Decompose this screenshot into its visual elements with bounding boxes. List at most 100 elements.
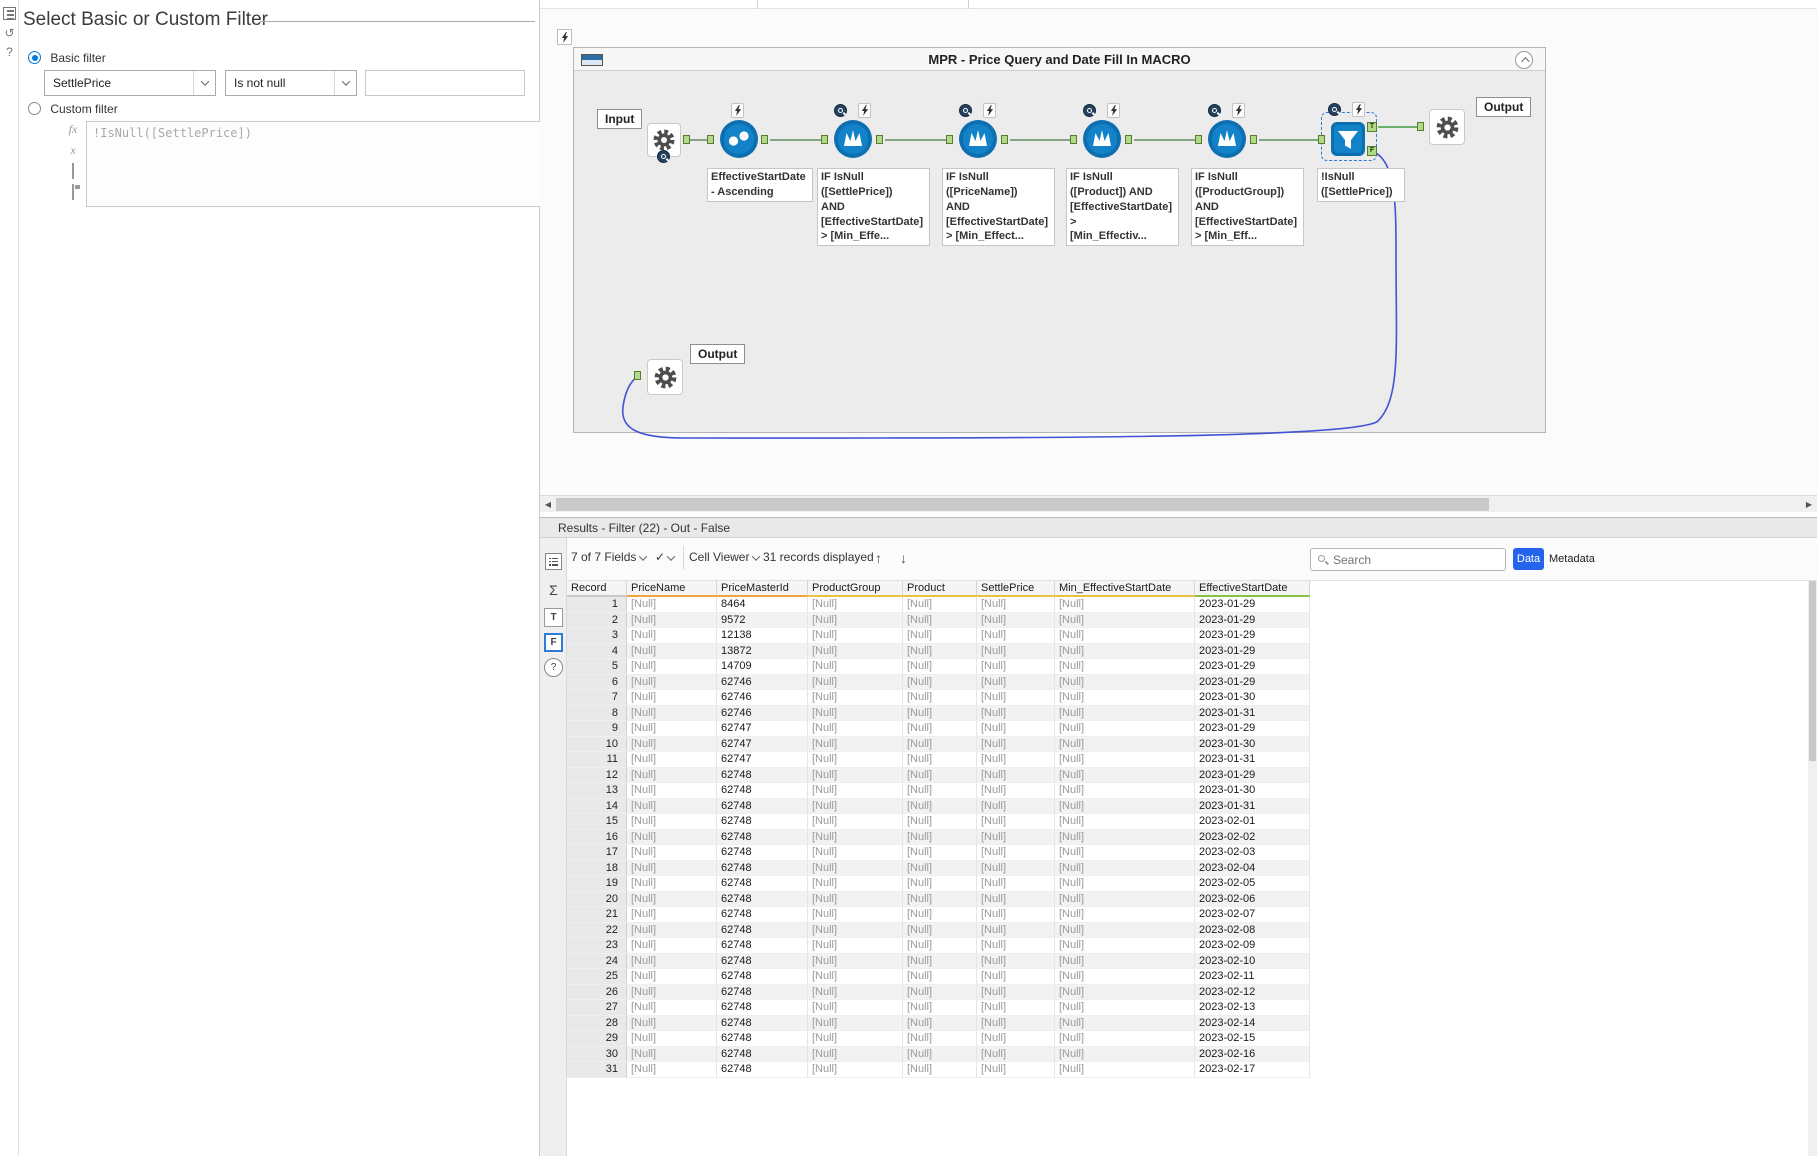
table-cell[interactable]: [Null]	[1055, 892, 1195, 908]
table-cell[interactable]: [Null]	[808, 659, 903, 675]
table-cell[interactable]: [Null]	[977, 613, 1055, 629]
fields-dropdown[interactable]: 7 of 7 Fields	[571, 550, 646, 564]
search-box[interactable]	[1310, 548, 1506, 571]
table-cell[interactable]: [Null]	[903, 613, 977, 629]
multi-row-formula-tool-3[interactable]	[1082, 119, 1122, 162]
table-cell[interactable]: [Null]	[808, 783, 903, 799]
table-cell[interactable]: [Null]	[627, 628, 717, 644]
table-cell[interactable]: [Null]	[1055, 675, 1195, 691]
column-header[interactable]: PriceMasterId	[717, 581, 808, 597]
table-cell[interactable]: [Null]	[808, 861, 903, 877]
table-cell[interactable]: [Null]	[808, 814, 903, 830]
table-cell[interactable]: [Null]	[1055, 597, 1195, 613]
table-cell[interactable]: [Null]	[627, 799, 717, 815]
table-cell[interactable]: [Null]	[1055, 628, 1195, 644]
table-cell[interactable]: [Null]	[977, 814, 1055, 830]
table-cell[interactable]: 3	[567, 628, 627, 644]
table-cell[interactable]: [Null]	[627, 737, 717, 753]
tool-annotation[interactable]: IF IsNull ([SettlePrice]) AND [Effective…	[817, 168, 930, 246]
table-cell[interactable]: 24	[567, 954, 627, 970]
lightning-badge-icon[interactable]	[1107, 103, 1120, 118]
table-cell[interactable]: 2023-01-29	[1195, 613, 1310, 629]
table-cell[interactable]: [Null]	[977, 659, 1055, 675]
table-cell[interactable]: [Null]	[903, 644, 977, 660]
table-cell[interactable]: 10	[567, 737, 627, 753]
magnifier-badge-icon[interactable]	[1083, 104, 1096, 117]
multi-row-formula-tool-4[interactable]	[1207, 119, 1247, 162]
table-cell[interactable]: 2023-02-09	[1195, 938, 1310, 954]
table-cell[interactable]: 2023-02-07	[1195, 907, 1310, 923]
table-cell[interactable]: [Null]	[903, 969, 977, 985]
table-cell[interactable]: 2023-01-29	[1195, 597, 1310, 613]
table-cell[interactable]: 2023-02-01	[1195, 814, 1310, 830]
table-cell[interactable]: [Null]	[977, 845, 1055, 861]
table-cell[interactable]: 62748	[717, 907, 808, 923]
function-icon[interactable]: fx	[64, 122, 82, 143]
table-cell[interactable]: [Null]	[627, 721, 717, 737]
table-cell[interactable]: 15	[567, 814, 627, 830]
table-cell[interactable]: 2023-02-13	[1195, 1000, 1310, 1016]
table-cell[interactable]: 62748	[717, 1016, 808, 1032]
table-cell[interactable]: 62747	[717, 752, 808, 768]
table-cell[interactable]: [Null]	[903, 737, 977, 753]
table-cell[interactable]: 7	[567, 690, 627, 706]
table-cell[interactable]: [Null]	[977, 1047, 1055, 1063]
table-cell[interactable]: [Null]	[903, 830, 977, 846]
table-cell[interactable]: [Null]	[627, 613, 717, 629]
table-cell[interactable]: 9572	[717, 613, 808, 629]
table-cell[interactable]: 62748	[717, 923, 808, 939]
table-cell[interactable]: [Null]	[627, 675, 717, 691]
table-cell[interactable]: [Null]	[1055, 721, 1195, 737]
table-cell[interactable]: 2023-02-15	[1195, 1031, 1310, 1047]
table-cell[interactable]: 2023-02-08	[1195, 923, 1310, 939]
table-cell[interactable]: 2023-02-03	[1195, 845, 1310, 861]
table-cell[interactable]: 2023-01-31	[1195, 706, 1310, 722]
table-cell[interactable]: 2023-01-29	[1195, 768, 1310, 784]
table-cell[interactable]: 18	[567, 861, 627, 877]
magnifier-badge-icon[interactable]	[959, 104, 972, 117]
table-cell[interactable]: [Null]	[977, 907, 1055, 923]
table-cell[interactable]: 14709	[717, 659, 808, 675]
table-cell[interactable]: [Null]	[977, 768, 1055, 784]
save-expression-icon[interactable]	[64, 185, 82, 206]
table-cell[interactable]: [Null]	[808, 985, 903, 1001]
table-cell[interactable]: 62748	[717, 830, 808, 846]
table-cell[interactable]: 17	[567, 845, 627, 861]
table-cell[interactable]: 29	[567, 1031, 627, 1047]
table-cell[interactable]: [Null]	[977, 923, 1055, 939]
table-cell[interactable]: [Null]	[903, 1047, 977, 1063]
column-header[interactable]: Min_EffectiveStartDate	[1055, 581, 1195, 597]
table-cell[interactable]: [Null]	[627, 659, 717, 675]
table-cell[interactable]: [Null]	[1055, 737, 1195, 753]
input-anchor[interactable]	[1070, 135, 1077, 144]
table-cell[interactable]: [Null]	[808, 613, 903, 629]
table-cell[interactable]: [Null]	[808, 675, 903, 691]
table-cell[interactable]: [Null]	[1055, 783, 1195, 799]
table-cell[interactable]: 2023-01-30	[1195, 783, 1310, 799]
table-cell[interactable]: [Null]	[808, 752, 903, 768]
table-cell[interactable]: [Null]	[808, 845, 903, 861]
table-cell[interactable]: 62748	[717, 1062, 808, 1078]
table-cell[interactable]: 2023-02-10	[1195, 954, 1310, 970]
table-cell[interactable]: [Null]	[903, 985, 977, 1001]
table-cell[interactable]: 2023-01-29	[1195, 644, 1310, 660]
table-cell[interactable]: 14	[567, 799, 627, 815]
table-cell[interactable]: 2023-01-30	[1195, 690, 1310, 706]
table-cell[interactable]: 20	[567, 892, 627, 908]
table-cell[interactable]: [Null]	[1055, 613, 1195, 629]
table-cell[interactable]: [Null]	[627, 954, 717, 970]
table-cell[interactable]: [Null]	[977, 876, 1055, 892]
table-cell[interactable]: [Null]	[1055, 768, 1195, 784]
table-cell[interactable]: 62748	[717, 985, 808, 1001]
table-cell[interactable]: [Null]	[977, 737, 1055, 753]
table-cell[interactable]: [Null]	[977, 969, 1055, 985]
table-cell[interactable]: 2023-01-29	[1195, 628, 1310, 644]
profile-sigma-icon[interactable]: Σ	[544, 580, 563, 599]
lightning-badge-icon[interactable]	[1232, 103, 1245, 118]
table-cell[interactable]: [Null]	[808, 597, 903, 613]
table-cell[interactable]: [Null]	[808, 954, 903, 970]
table-cell[interactable]: [Null]	[903, 659, 977, 675]
table-cell[interactable]: [Null]	[1055, 1047, 1195, 1063]
table-cell[interactable]: 13872	[717, 644, 808, 660]
table-cell[interactable]: [Null]	[627, 923, 717, 939]
